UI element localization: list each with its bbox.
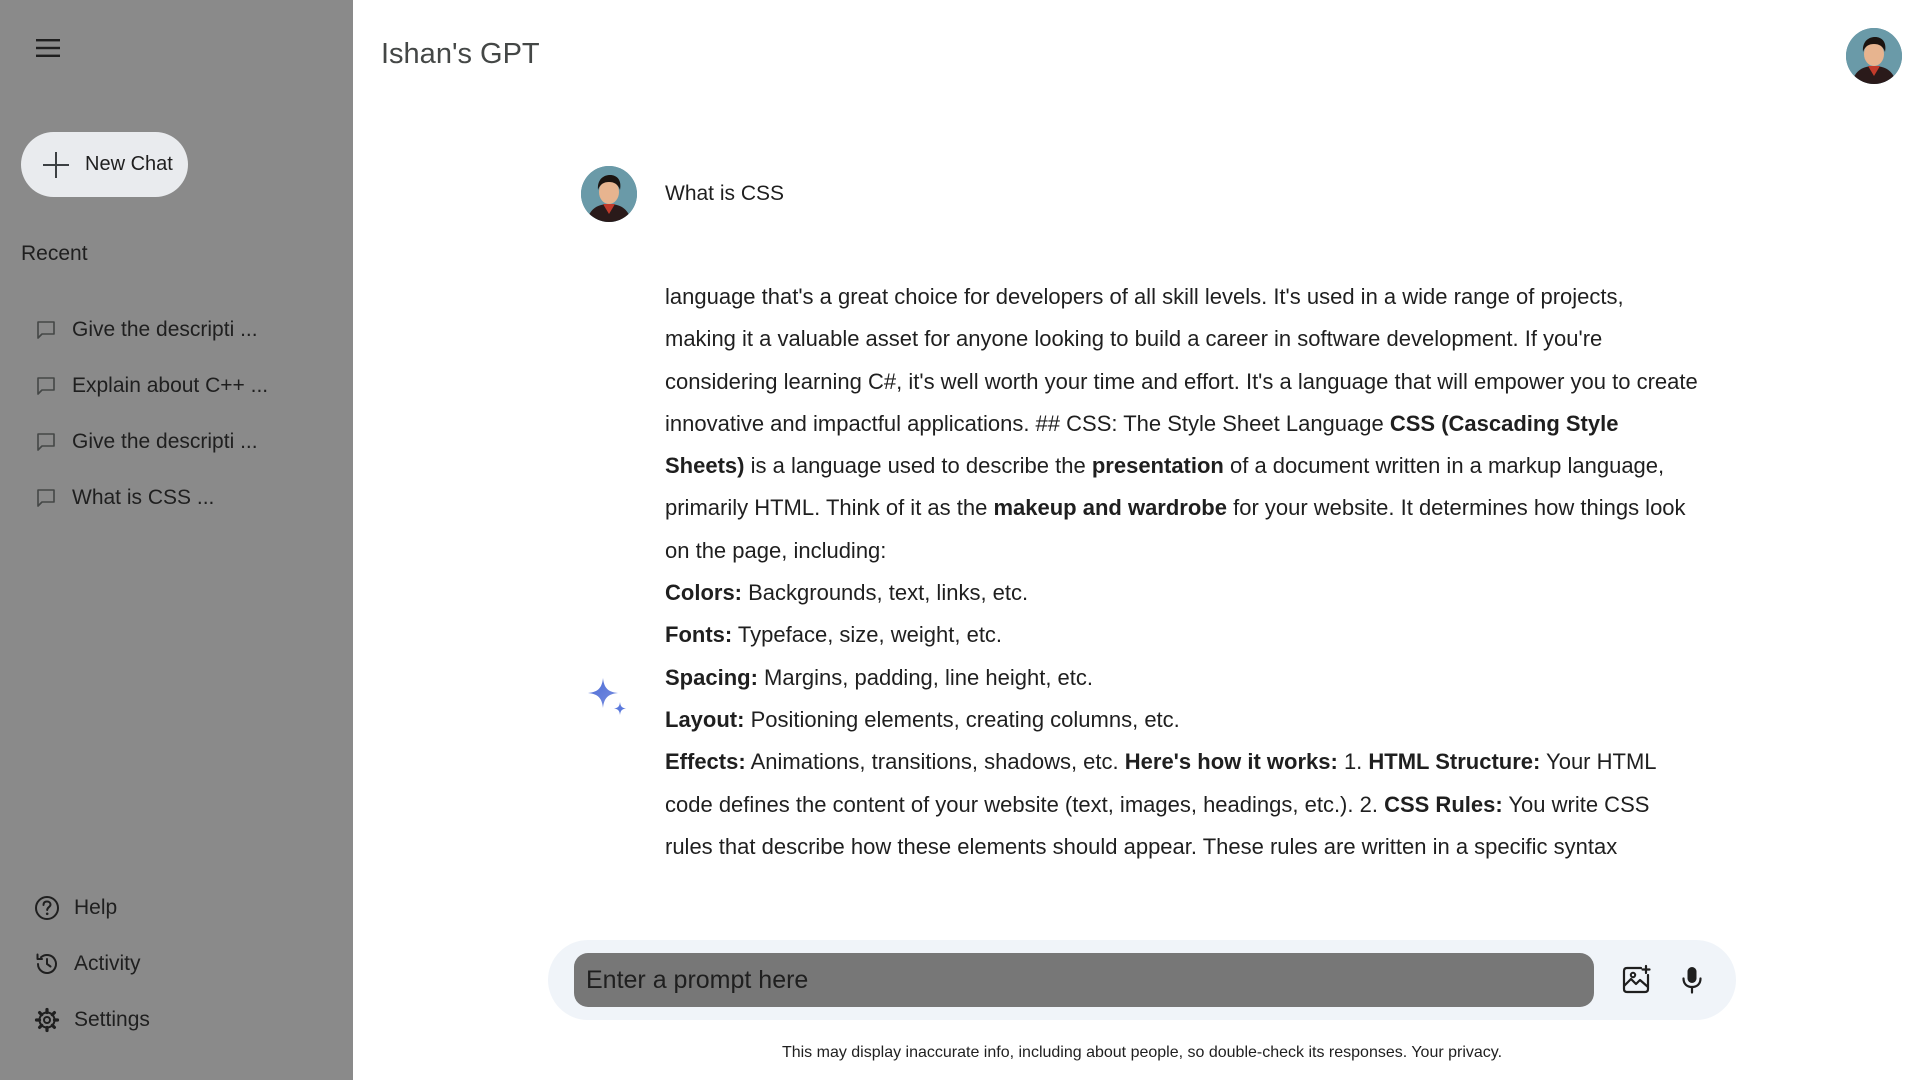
recent-chat-item[interactable]: What is CSS ...	[36, 470, 336, 526]
list-term: Spacing:	[665, 664, 758, 690]
help-label: Help	[74, 896, 118, 919]
sidebar-item-settings[interactable]: Settings	[34, 992, 334, 1048]
sidebar-bottom-nav: Help Activity Settings	[34, 880, 334, 1048]
user-avatar	[581, 166, 637, 222]
upload-image-button[interactable]	[1616, 960, 1656, 1000]
help-circle-icon	[35, 896, 59, 920]
privacy-link[interactable]: Your privacy.	[1411, 1044, 1502, 1061]
account-avatar[interactable]	[1846, 28, 1902, 84]
sidebar-item-help[interactable]: Help	[34, 880, 334, 936]
response-list-item: Layout: Positioning elements, creating c…	[665, 699, 1700, 741]
list-desc: Positioning elements, creating columns, …	[744, 706, 1180, 732]
response-list-item: Spacing: Margins, padding, line height, …	[665, 657, 1700, 699]
plus-icon	[43, 151, 69, 178]
assistant-response: language that's a great choice for devel…	[665, 276, 1700, 868]
list-desc: Typeface, size, weight, etc.	[732, 622, 1003, 648]
list-term: Effects:	[665, 749, 746, 775]
settings-label: Settings	[74, 1008, 150, 1031]
recent-chat-label: Explain about C++ ...	[72, 374, 269, 397]
response-list-item: Fonts: Typeface, size, weight, etc.	[665, 614, 1700, 656]
recent-chat-list: Give the descripti ... Explain about C++…	[36, 302, 336, 526]
recent-chat-item[interactable]: Give the descripti ...	[36, 414, 336, 470]
recent-heading: Recent	[21, 242, 88, 265]
chat-bubble-icon	[37, 321, 55, 339]
sidebar-item-activity[interactable]: Activity	[34, 936, 334, 992]
response-list-item: Effects: Animations, transitions, shadow…	[665, 741, 1700, 868]
response-list-item: Colors: Backgrounds, text, links, etc.	[665, 572, 1700, 614]
recent-chat-label: What is CSS ...	[72, 486, 215, 509]
list-desc: Backgrounds, text, links, etc.	[742, 580, 1029, 606]
gear-icon	[34, 1007, 60, 1033]
disclaimer-text: This may display inaccurate info, includ…	[781, 1044, 1408, 1061]
prompt-bar	[548, 940, 1736, 1020]
app-title: Ishan's GPT	[381, 38, 540, 70]
activity-label: Activity	[74, 952, 141, 975]
main-menu-button[interactable]	[30, 34, 66, 62]
recent-chat-label: Give the descripti ...	[72, 318, 258, 341]
response-bold-text: CSS Rules:	[1384, 791, 1503, 817]
user-avatar-icon	[581, 166, 637, 222]
prompt-input[interactable]	[574, 953, 1594, 1007]
user-avatar-icon	[1846, 28, 1902, 84]
add-image-icon	[1622, 964, 1651, 994]
sparkle-icon	[588, 678, 626, 715]
response-text: is a language used to describe the	[744, 453, 1092, 479]
microphone-icon	[1682, 967, 1702, 994]
list-desc: Animations, transitions, shadows, etc.	[745, 749, 1125, 775]
disclaimer: This may display inaccurate info, includ…	[548, 1044, 1736, 1062]
response-text: 1.	[1337, 749, 1369, 775]
list-desc: Margins, padding, line height, etc.	[757, 664, 1093, 690]
user-prompt-text: What is CSS	[665, 182, 785, 205]
list-term: Layout:	[665, 706, 745, 732]
recent-chat-label: Give the descripti ...	[72, 430, 258, 453]
voice-input-button[interactable]	[1672, 960, 1712, 1000]
hamburger-menu-icon	[36, 39, 60, 57]
list-term: Fonts:	[665, 622, 733, 648]
new-chat-button[interactable]: New Chat	[21, 132, 188, 197]
new-chat-label: New Chat	[85, 153, 173, 175]
list-term: Colors:	[665, 580, 742, 606]
response-bold-text: Here's how it works:	[1124, 749, 1338, 775]
recent-chat-item[interactable]: Explain about C++ ...	[36, 358, 336, 414]
response-bold-text: HTML Structure:	[1368, 749, 1541, 775]
sidebar: New Chat Recent Give the descripti ... E…	[0, 0, 353, 1080]
history-icon	[36, 953, 57, 974]
recent-chat-item[interactable]: Give the descripti ...	[36, 302, 336, 358]
chat-bubble-icon	[37, 489, 55, 507]
response-bold-text: makeup and wardrobe	[993, 495, 1227, 521]
chat-bubble-icon	[37, 377, 55, 395]
chat-bubble-icon	[37, 433, 55, 451]
response-bold-text: presentation	[1091, 453, 1224, 479]
